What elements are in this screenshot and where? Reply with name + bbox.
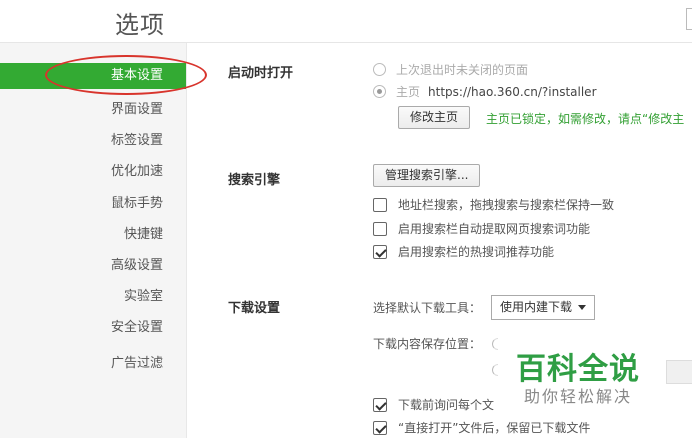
chevron-down-icon [578, 305, 587, 310]
download-tool-select[interactable]: 使用内建下载 [491, 295, 596, 320]
sidebar-item-basic-settings[interactable]: 基本设置 [0, 63, 186, 89]
sidebar: 基本设置 界面设置 标签设置 优化加速 鼠标手势 快捷键 高级设置 实验室 安全… [0, 43, 187, 438]
sidebar-item-advanced[interactable]: 高级设置 [0, 253, 186, 279]
checkbox-checked-icon [373, 244, 387, 259]
download-ask-option[interactable]: 下载前询问每个文 [373, 396, 494, 413]
homepage-lock-note: 主页已锁定，如需修改，请点“修改主 [486, 112, 685, 126]
search-option-addressbar-sync[interactable]: 地址栏搜索，拖拽搜索与搜索栏保持一致 [373, 196, 614, 213]
download-keep-option[interactable]: “直接打开”文件后，保留已下载文件 [373, 419, 590, 436]
radio-icon [373, 63, 386, 76]
sidebar-item-shortcuts[interactable]: 快捷键 [0, 222, 186, 248]
watermark-subtitle: 助你轻松解决 [524, 387, 633, 406]
download-ask-label: 下载前询问每个文 [398, 398, 495, 412]
startup-section-label: 启动时打开 [228, 66, 294, 81]
search-option-auto-extract-label: 启用搜索栏自动提取网页搜索词功能 [398, 222, 591, 236]
checkbox-icon [373, 221, 387, 236]
startup-option-homepage[interactable]: 主页 https://hao.360.cn/?installer [373, 83, 597, 100]
checkbox-checked-icon [373, 397, 387, 412]
download-tool-label: 选择默认下载工具： [373, 301, 482, 315]
download-location-label: 下载内容保存位置： [373, 337, 482, 351]
sidebar-item-tab-settings[interactable]: 标签设置 [0, 128, 186, 154]
sidebar-item-interface-settings[interactable]: 界面设置 [0, 97, 186, 123]
download-keep-label: “直接打开”文件后，保留已下载文件 [398, 421, 591, 435]
homepage-url: https://hao.360.cn/?installer [428, 84, 597, 99]
page-title: 选项 [115, 11, 165, 39]
partial-panel [666, 360, 692, 384]
sidebar-item-ad-filter[interactable]: 广告过滤 [0, 351, 186, 377]
search-section-label: 搜索引擎 [228, 173, 281, 188]
search-option-hot-words-label: 启用搜索栏的热搜词推荐功能 [398, 245, 555, 259]
sidebar-item-mouse-gestures[interactable]: 鼠标手势 [0, 191, 186, 217]
radio-selected-icon [373, 85, 386, 98]
location-radio-stub[interactable] [492, 338, 498, 350]
checkbox-icon [373, 197, 387, 212]
sidebar-item-optimize[interactable]: 优化加速 [0, 159, 186, 185]
sidebar-item-lab[interactable]: 实验室 [0, 284, 186, 310]
startup-option-last-session[interactable]: 上次退出时未关闭的页面 [373, 61, 528, 78]
search-option-hot-words[interactable]: 启用搜索栏的热搜词推荐功能 [373, 243, 554, 260]
search-option-auto-extract[interactable]: 启用搜索栏自动提取网页搜索词功能 [373, 220, 590, 237]
watermark-title: 百科全说 [516, 352, 640, 387]
top-right-control[interactable] [686, 8, 692, 30]
search-option-addressbar-sync-label: 地址栏搜索，拖拽搜索与搜索栏保持一致 [398, 198, 615, 212]
location-radio-stub-2[interactable] [492, 364, 498, 376]
modify-homepage-button[interactable]: 修改主页 [398, 106, 471, 129]
manage-search-engines-button[interactable]: 管理搜索引擎... [373, 164, 481, 187]
startup-option-last-session-label: 上次退出时未关闭的页面 [396, 63, 529, 77]
startup-option-homepage-label: 主页 [396, 85, 421, 99]
download-section-label: 下载设置 [228, 301, 281, 316]
sidebar-item-security[interactable]: 安全设置 [0, 315, 186, 341]
download-tool-selected: 使用内建下载 [500, 300, 573, 314]
checkbox-checked-icon [373, 420, 387, 435]
